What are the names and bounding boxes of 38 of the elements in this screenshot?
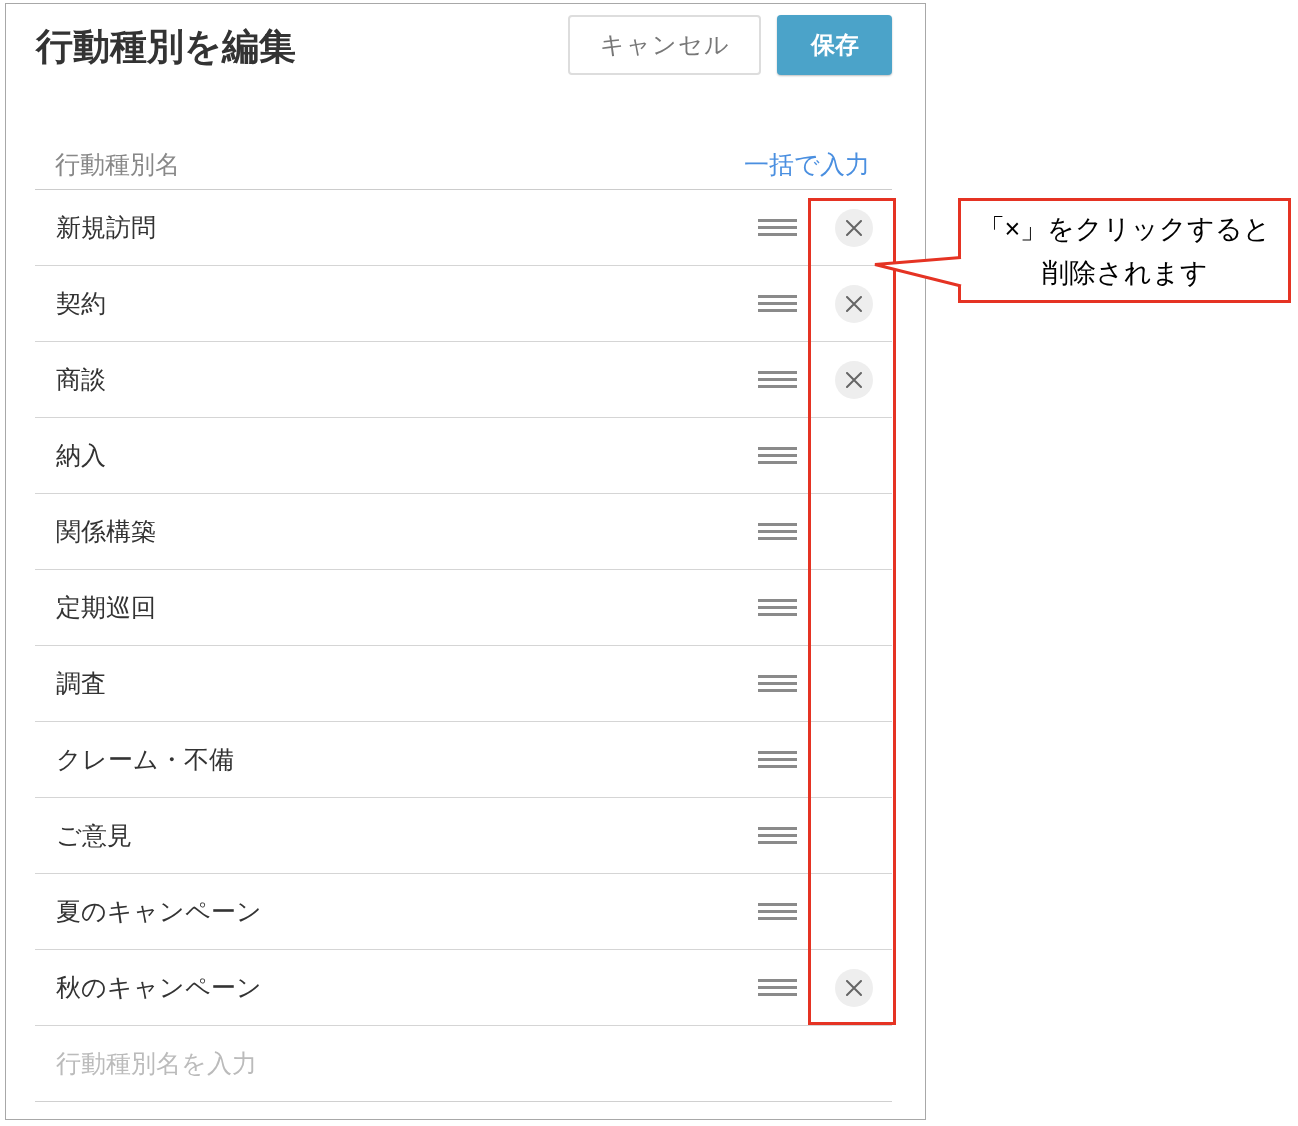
- drag-handle-icon[interactable]: [758, 903, 797, 920]
- drag-handle-icon[interactable]: [758, 219, 797, 236]
- drag-handle-icon[interactable]: [758, 599, 797, 616]
- item-name: 新規訪問: [55, 211, 157, 243]
- close-icon: [846, 371, 862, 388]
- item-name: クレーム・不備: [55, 743, 235, 775]
- item-name: 契約: [55, 287, 107, 319]
- delete-button[interactable]: [835, 284, 873, 323]
- callout-text: 削除されます: [1041, 256, 1208, 290]
- close-icon: [846, 979, 862, 996]
- item-name: ご意見: [55, 819, 133, 851]
- item-name: 商談: [55, 363, 107, 395]
- delete-button[interactable]: [835, 208, 873, 247]
- drag-handle-icon[interactable]: [758, 523, 797, 540]
- save-button[interactable]: 保存: [777, 15, 892, 75]
- item-name: 納入: [55, 439, 107, 471]
- close-icon: [846, 295, 862, 312]
- drag-handle-icon[interactable]: [758, 751, 797, 768]
- close-icon: [846, 219, 862, 236]
- dialog-title: 行動種別を編集: [35, 25, 296, 69]
- item-name: 定期巡回: [55, 591, 157, 623]
- new-item-field[interactable]: 行動種別名を入力: [35, 1026, 892, 1102]
- drag-handle-icon[interactable]: [758, 371, 797, 388]
- item-name: 調査: [55, 667, 107, 699]
- cancel-button[interactable]: キャンセル: [568, 15, 761, 75]
- item-name: 秋のキャンペーン: [55, 971, 263, 1003]
- item-name: 関係構築: [55, 515, 157, 547]
- bulk-input-link[interactable]: 一括で入力: [744, 146, 870, 184]
- callout-text: 「×」をクリックすると: [977, 212, 1272, 246]
- column-header: 行動種別名: [55, 149, 180, 181]
- delete-button[interactable]: [835, 360, 873, 399]
- drag-handle-icon[interactable]: [758, 827, 797, 844]
- drag-handle-icon[interactable]: [758, 675, 797, 692]
- drag-handle-icon[interactable]: [758, 295, 797, 312]
- drag-handle-icon[interactable]: [758, 447, 797, 464]
- drag-handle-icon[interactable]: [758, 979, 797, 996]
- item-name: 夏のキャンペーン: [55, 895, 263, 927]
- delete-button[interactable]: [835, 968, 873, 1007]
